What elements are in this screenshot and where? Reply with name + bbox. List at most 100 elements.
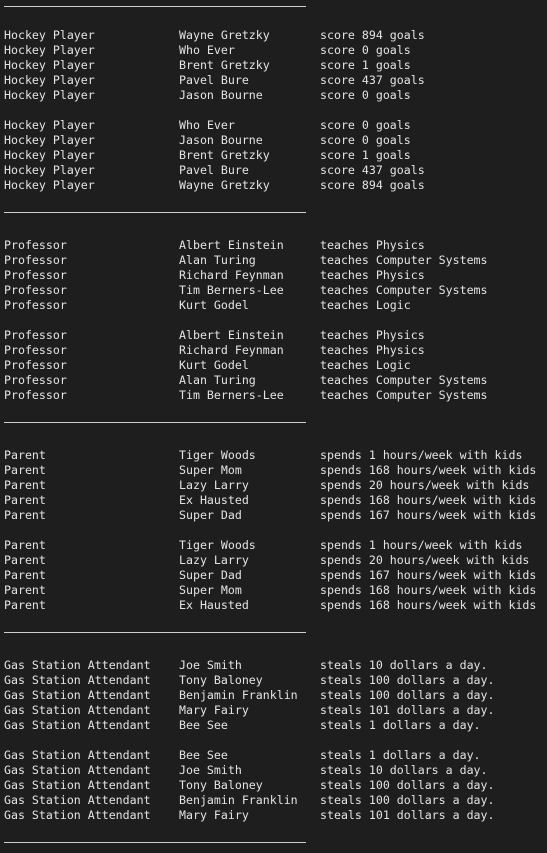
detail-text: spends 20 hours/week with kids (320, 478, 530, 492)
role-text: Gas Station Attendant (4, 688, 151, 702)
detail-text: score 0 goals (320, 133, 411, 147)
name-text: Jason Bourne (179, 133, 263, 147)
detail-text: spends 168 hours/week with kids (320, 583, 537, 597)
detail-text: steals 1 dollars a day. (320, 748, 481, 762)
output-line: Hockey Player Who Ever score 0 goals (4, 118, 544, 133)
role-text: Parent (4, 508, 46, 522)
role-text: Professor (4, 298, 67, 312)
name-text: Albert Einstein (179, 238, 284, 252)
name-text: Mary Fairy (179, 703, 249, 717)
detail-text: score 0 goals (320, 118, 411, 132)
name-text: Kurt Godel (179, 358, 249, 372)
output-line: Professor Albert Einstein teaches Physics (4, 328, 544, 343)
output-line: Parent Tiger Woods spends 1 hours/week wit… (4, 448, 544, 463)
role-text: Gas Station Attendant (4, 808, 151, 822)
output-line: Gas Station Attendant Tony Baloney steals … (4, 673, 544, 688)
detail-text: teaches Logic (320, 298, 411, 312)
detail-text: score 0 goals (320, 43, 411, 57)
detail-text: spends 168 hours/week with kids (320, 493, 537, 507)
role-text: Hockey Player (4, 178, 95, 192)
name-text: Super Mom (179, 583, 242, 597)
output-line: Professor Richard Feynman teaches Physics (4, 268, 544, 283)
role-text: Parent (4, 463, 46, 477)
role-text: Professor (4, 253, 67, 267)
name-text: Joe Smith (179, 763, 242, 777)
name-text: Pavel Bure (179, 163, 249, 177)
detail-text: score 0 goals (320, 88, 411, 102)
role-text: Professor (4, 238, 67, 252)
role-text: Gas Station Attendant (4, 793, 151, 807)
name-text: Super Dad (179, 568, 242, 582)
name-text: Who Ever (179, 118, 235, 132)
name-text: Alan Turing (179, 253, 256, 267)
output-line: Professor Kurt Godel teaches Logic (4, 358, 544, 373)
name-text: Alan Turing (179, 373, 256, 387)
name-text: Bee See (179, 748, 228, 762)
detail-text: steals 100 dollars a day. (320, 688, 495, 702)
output-line: Parent Super Mom spends 168 hours/week wit… (4, 463, 544, 478)
role-text: Professor (4, 373, 67, 387)
name-text: Tony Baloney (179, 778, 263, 792)
detail-text: steals 10 dollars a day. (320, 763, 488, 777)
output-line: Hockey Player Pavel Bure score 437 goals (4, 73, 544, 88)
name-text: Ex Hausted (179, 598, 249, 612)
role-text: Professor (4, 283, 67, 297)
output-line: Parent Super Dad spends 167 hours/week wit… (4, 508, 544, 523)
name-text: Albert Einstein (179, 328, 284, 342)
role-text: Parent (4, 493, 46, 507)
detail-text: teaches Computer Systems (320, 253, 488, 267)
detail-text: score 894 goals (320, 178, 425, 192)
name-text: Wayne Gretzky (179, 28, 270, 42)
section-separator (4, 212, 306, 213)
detail-text: spends 167 hours/week with kids (320, 508, 537, 522)
output-line: Gas Station Attendant Bee See steals 1 dol… (4, 748, 544, 763)
detail-text: steals 10 dollars a day. (320, 658, 488, 672)
detail-text: spends 1 hours/week with kids (320, 538, 523, 552)
output-line: Parent Lazy Larry spends 20 hours/week wit… (4, 478, 544, 493)
role-text: Parent (4, 448, 46, 462)
role-text: Gas Station Attendant (4, 778, 151, 792)
output-line: Professor Alan Turing teaches Computer Sys… (4, 253, 544, 268)
output-line: Hockey Player Pavel Bure score 437 goals (4, 163, 544, 178)
role-text: Hockey Player (4, 163, 95, 177)
detail-text: score 1 goals (320, 58, 411, 72)
role-text: Professor (4, 388, 67, 402)
detail-text: spends 168 hours/week with kids (320, 598, 537, 612)
role-text: Hockey Player (4, 133, 95, 147)
name-text: Tiger Woods (179, 538, 256, 552)
role-text: Gas Station Attendant (4, 673, 151, 687)
output-line: Parent Ex Hausted spends 168 hours/week wi… (4, 598, 544, 613)
role-text: Parent (4, 583, 46, 597)
name-text: Tony Baloney (179, 673, 263, 687)
name-text: Brent Gretzky (179, 58, 270, 72)
name-text: Benjamin Franklin (179, 688, 298, 702)
output-line: Hockey Player Wayne Gretzky score 894 goal… (4, 178, 544, 193)
output-line: Gas Station Attendant Joe Smith steals 10 … (4, 658, 544, 673)
name-text: Pavel Bure (179, 73, 249, 87)
role-text: Gas Station Attendant (4, 703, 151, 717)
role-text: Parent (4, 478, 46, 492)
output-line: Parent Super Mom spends 168 hours/week wit… (4, 583, 544, 598)
detail-text: spends 1 hours/week with kids (320, 448, 523, 462)
name-text: Who Ever (179, 43, 235, 57)
detail-text: spends 168 hours/week with kids (320, 463, 537, 477)
detail-text: steals 100 dollars a day. (320, 673, 495, 687)
role-text: Professor (4, 328, 67, 342)
role-text: Professor (4, 358, 67, 372)
section-separator (4, 632, 306, 633)
role-text: Hockey Player (4, 43, 95, 57)
name-text: Bee See (179, 718, 228, 732)
name-text: Tim Berners-Lee (179, 388, 284, 402)
output-line: Hockey Player Who Ever score 0 goals (4, 43, 544, 58)
name-text: Joe Smith (179, 658, 242, 672)
detail-text: steals 101 dollars a day. (320, 703, 495, 717)
detail-text: teaches Physics (320, 238, 425, 252)
output-line: Gas Station Attendant Benjamin Franklin st… (4, 688, 544, 703)
output-line: Professor Richard Feynman teaches Physics (4, 343, 544, 358)
section-separator (4, 842, 306, 843)
role-text: Gas Station Attendant (4, 658, 151, 672)
name-text: Tim Berners-Lee (179, 283, 284, 297)
name-text: Jason Bourne (179, 88, 263, 102)
output-line: Gas Station Attendant Bee See steals 1 dol… (4, 718, 544, 733)
role-text: Parent (4, 538, 46, 552)
